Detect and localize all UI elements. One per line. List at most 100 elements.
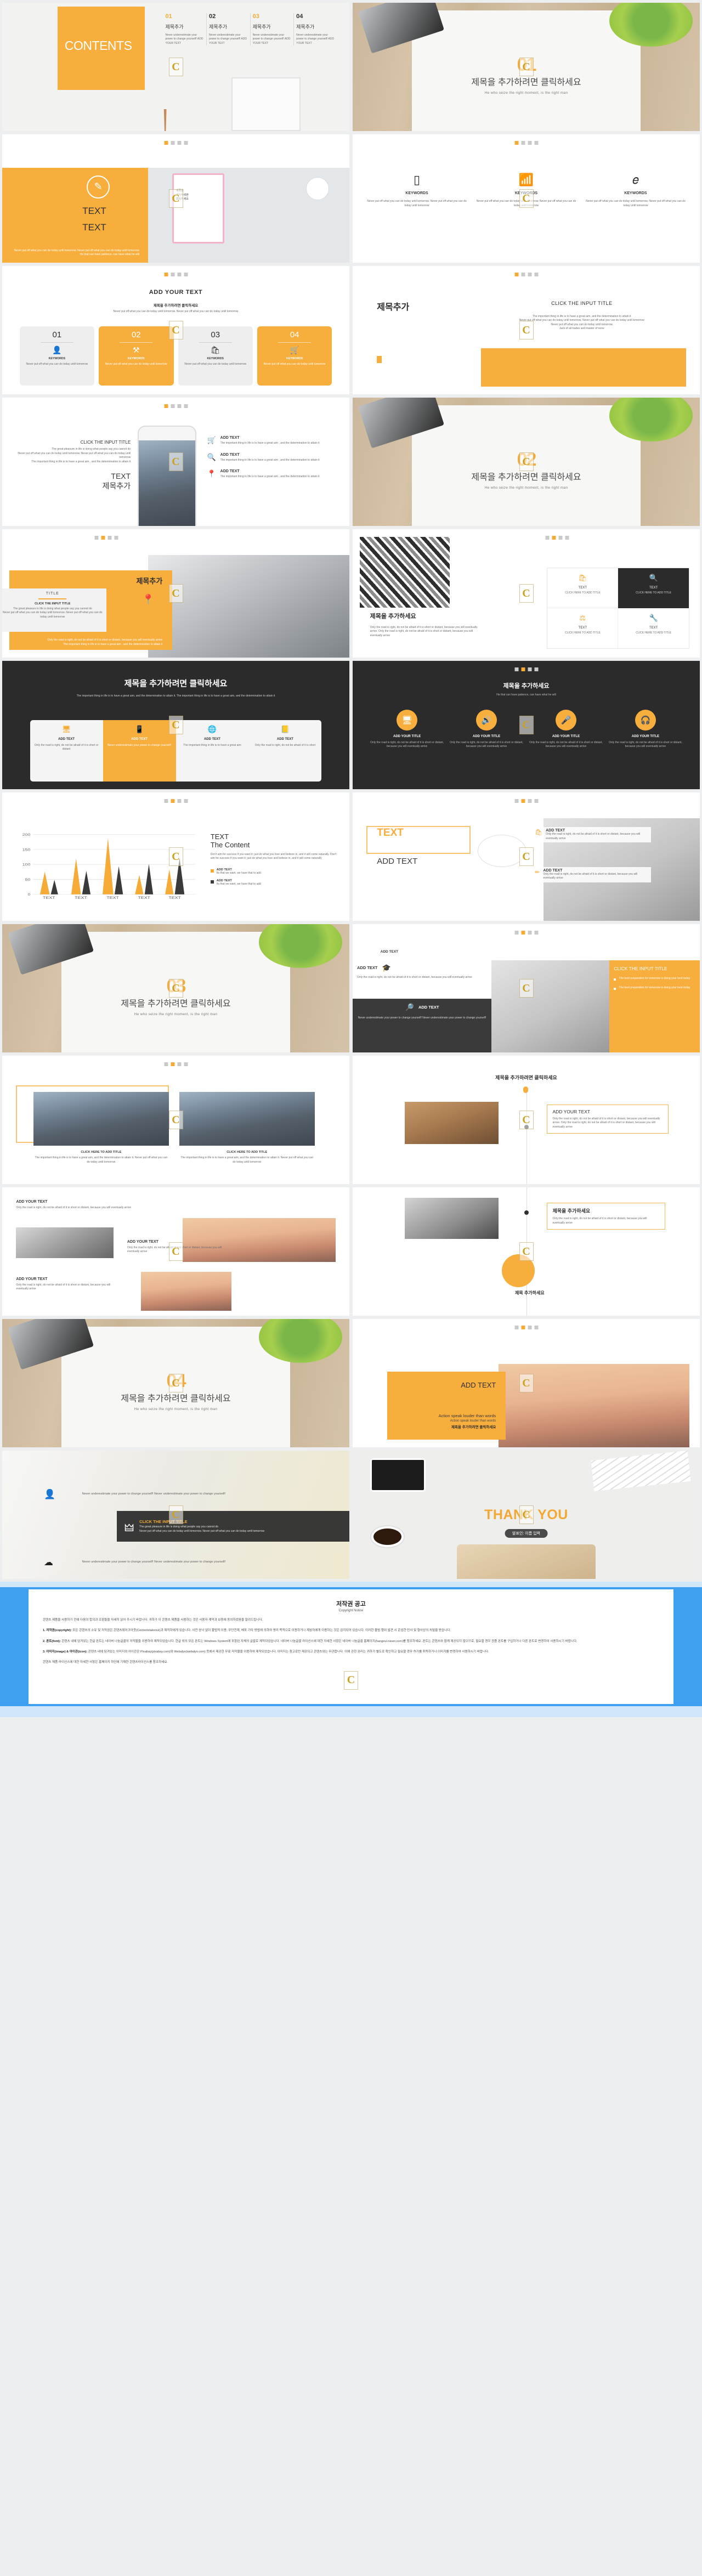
card-label: ADD YOUR TITLE — [393, 734, 421, 738]
cloud-icon: ☁ — [43, 1557, 53, 1568]
slide-text-add-text[interactable]: TEXT ADD TEXT 🛍 ADD TEXT Only the road i… — [353, 792, 700, 921]
page-dots[interactable] — [514, 141, 538, 145]
page-dots[interactable] — [164, 1062, 188, 1066]
slide-chart[interactable]: 200 150 100 50 0 TEXT TEXT TEXT TEXT TEXT TEXT — [2, 792, 349, 921]
list-item[interactable]: 02 제목추가 Never underestimate your power t… — [209, 13, 251, 46]
step-card[interactable]: 01 👤 KEYWORDS Never put off what you can… — [19, 326, 95, 386]
slide-dark-cards[interactable]: 제목을 추가하려면 클릭하세요 The important thing in l… — [2, 661, 349, 789]
icon-tile[interactable]: ⚖ TEXT CLICK HERE TO ADD TITLE — [547, 608, 619, 648]
list-item[interactable]: 🔍 ADD TEXT The important thing in life i… — [207, 453, 339, 463]
list-item[interactable]: 03 제목추가 Never underestimate your power t… — [253, 13, 295, 46]
overlay-body: The great pleasure in life is doing what… — [139, 1525, 265, 1533]
list-item[interactable]: 🛒 ADD TEXT The important thing in life i… — [207, 436, 339, 446]
row-body: The important thing in life is to have a… — [220, 441, 320, 445]
icon-tile[interactable]: 🔍 TEXT CLICK HERE TO ADD TITLE — [618, 568, 689, 609]
laptop-photo — [456, 1544, 596, 1579]
item-body: Never underestimate your power to change… — [296, 33, 335, 45]
slide-laptop-panel[interactable]: ADD TEXT 🎓 Only the road is right, do no… — [353, 924, 700, 1052]
orange-panel: ✎ TEXT TEXT Never put off what you can d… — [2, 167, 148, 263]
slide-pin-card[interactable]: 제목추가 📍 Only the road is right, do not be… — [2, 529, 349, 658]
page-dots[interactable] — [514, 273, 538, 276]
slide-timeline-b[interactable]: 제목을 추가하세요 Only the road is right, do not… — [353, 1187, 700, 1316]
page-dots[interactable] — [545, 536, 569, 540]
slide-two-photos[interactable]: CLICK HERE TO ADD TITLE The important th… — [2, 1056, 349, 1184]
page-dots[interactable] — [514, 1326, 538, 1329]
section-body: 콘텐츠 내에 담겨있는 이미지와 아이콘은 Pixabay(pixabay.co… — [87, 1650, 489, 1654]
list-item[interactable]: 🖥 ADD YOUR TITLE Only the road is right,… — [370, 709, 444, 749]
search-icon: 🔍 — [649, 574, 658, 582]
caption-2[interactable]: CLICK HERE TO ADD TITLE The important th… — [179, 1151, 315, 1164]
info-card[interactable]: 🔎 ADD TEXT Never underestimate your powe… — [353, 998, 492, 1052]
block-label: ADD TEXT — [418, 1005, 439, 1010]
slide-divider-04[interactable]: 04 제목을 추가하려면 클릭하세요 He who seize the righ… — [2, 1319, 349, 1447]
slide-three-blocks[interactable]: ADD YOUR TEXT Only the road is right, do… — [2, 1187, 349, 1316]
slide-divider-03[interactable]: 03 제목을 추가하려면 클릭하세요 He who seize the righ… — [2, 924, 349, 1052]
list-item[interactable]: 🎤 ADD YOUR TITLE Only the road is right,… — [529, 709, 603, 749]
slide-circle-icons[interactable]: 제목을 추가하세요 He that can have patience, can… — [353, 661, 700, 789]
card-label: ADD YOUR TITLE — [472, 734, 501, 738]
page-dots[interactable] — [164, 273, 188, 276]
page-dots[interactable] — [164, 404, 188, 408]
slide-keywords3[interactable]: ▯ KEYWORDS Never put off what you can do… — [353, 134, 700, 263]
card-body: Only the road is right, do not be afraid… — [370, 740, 444, 749]
block-1[interactable]: ADD YOUR TEXT Only the road is right, do… — [16, 1200, 155, 1210]
info-card[interactable]: ADD TEXT 🎓 Only the road is right, do no… — [353, 960, 492, 999]
step-card[interactable]: 03 🛍 KEYWORDS Never put off what you can… — [178, 326, 253, 386]
list-item[interactable]: ✏ ADD TEXT Only the road is right, do no… — [533, 867, 652, 882]
block-3[interactable]: ADD YOUR TEXT Only the road is right, do… — [16, 1277, 120, 1292]
list-item[interactable]: 𝑒 KEYWORDS Never put off what you can do… — [585, 173, 686, 208]
slide-overlay[interactable]: 👤 Never underestimate your power to chan… — [2, 1451, 349, 1579]
page-dots[interactable] — [514, 667, 538, 671]
tile-label: TEXT — [649, 626, 658, 630]
slide-text-text[interactable]: ✎ TEXT TEXT Never put off what you can d… — [2, 134, 349, 263]
keyword-body: Never put off what you can do today unti… — [367, 200, 467, 207]
info-card[interactable]: 🖥 ADD TEXT Only the road is right, do no… — [30, 720, 103, 782]
timeline-line — [526, 1086, 527, 1184]
frame-decor — [231, 77, 301, 131]
slide-divider-02[interactable]: 02 제목을 추가하려면 클릭하세요 He who seize the righ… — [353, 398, 700, 526]
list-item[interactable]: 04 제목추가 Never underestimate your power t… — [296, 13, 336, 46]
slide-body: The great pleasure in life is doing what… — [18, 448, 131, 463]
list-item[interactable]: 01 제목추가 Never underestimate your power t… — [166, 13, 207, 46]
info-card[interactable]: 🌐 ADD TEXT The important thing in life i… — [176, 720, 249, 782]
page-dots[interactable] — [164, 799, 188, 803]
city-photo — [138, 440, 196, 526]
slide-quad-icons[interactable]: 제목을 추가하세요 Only the road is right, do not… — [353, 529, 700, 658]
slide-contents[interactable]: CONTENTS 01 제목추가 Never underestimate you… — [2, 3, 349, 131]
slide-divider-01[interactable]: 01 제목을 추가하려면 클릭하세요 He who seize the righ… — [353, 3, 700, 131]
info-card[interactable]: 제목을 추가하세요 Only the road is right, do not… — [547, 1203, 665, 1230]
caption-1[interactable]: CLICK HERE TO ADD TITLE The important th… — [33, 1151, 169, 1164]
info-card[interactable]: 📒 ADD TEXT Only the road is right, do no… — [248, 720, 321, 782]
list-item[interactable]: 🔊 ADD YOUR TITLE Only the road is right,… — [450, 709, 524, 749]
slide-thankyou[interactable]: THANK YOU 발표인: 이름 입력 C — [353, 1451, 700, 1579]
info-card[interactable]: TITLE CLICK THE INPUT TITLE The great pl… — [2, 588, 106, 632]
slide-title-input[interactable]: 제목추가 CLICK THE INPUT TITLE The important… — [353, 266, 700, 394]
list-item[interactable]: 🎧 ADD YOUR TITLE Only the road is right,… — [608, 709, 682, 749]
slide-steps4[interactable]: ADD YOUR TEXT 제목을 추가하려면 클릭하세요 Never put … — [2, 266, 349, 394]
step-card[interactable]: 04 🛒 KEYWORDS Never put off what you can… — [257, 326, 332, 386]
big-text: TEXT — [377, 827, 404, 839]
bag-icon: 🛍 — [535, 829, 543, 836]
page-dots[interactable] — [514, 799, 538, 803]
cloud-search-icon: 🔎 — [405, 1003, 414, 1011]
slide-sub-en: Never put off what you can do today unti… — [113, 309, 239, 313]
page-dots[interactable] — [94, 536, 118, 540]
list-item[interactable]: 📍 ADD TEXT The important thing in life i… — [207, 469, 339, 479]
info-card[interactable]: 📱 ADD TEXT Never underestimate your powe… — [103, 720, 176, 782]
icon-tile[interactable]: 🛍 TEXT CLICK HERE TO ADD TITLE — [547, 568, 619, 609]
list-item[interactable]: ▯ KEYWORDS Never put off what you can do… — [366, 173, 467, 208]
list-item[interactable]: 🛍 ADD TEXT Only the road is right, do no… — [533, 827, 652, 843]
step-card[interactable]: 02 ⚒ KEYWORDS Never put off what you can… — [99, 326, 174, 386]
slide-bridge[interactable]: ADD TEXT Action speak louder than words … — [353, 1319, 700, 1447]
page-dots[interactable] — [164, 141, 188, 145]
section-head: 2. 폰트(font): — [43, 1639, 61, 1643]
info-card[interactable]: ADD YOUR TEXT Only the road is right, do… — [547, 1104, 669, 1134]
chart-body: Don't aim for success if you want it; ju… — [210, 852, 337, 860]
watermark-icon: C — [168, 979, 183, 998]
icon-tile[interactable]: 🔧 TEXT CLICK HERE TO ADD TITLE — [618, 608, 689, 648]
slide-timeline-a[interactable]: 제목을 추가하려면 클릭하세요 ADD YOUR TEXT Only the r… — [353, 1056, 700, 1184]
cart-icon: 🛒 — [207, 436, 216, 445]
slide-title-ko: 제목을 추가하려면 클릭하세요 — [495, 1074, 557, 1080]
slide-phone-mock[interactable]: CLICK THE INPUT TITLE The great pleasure… — [2, 398, 349, 526]
page-dots[interactable] — [514, 931, 538, 935]
